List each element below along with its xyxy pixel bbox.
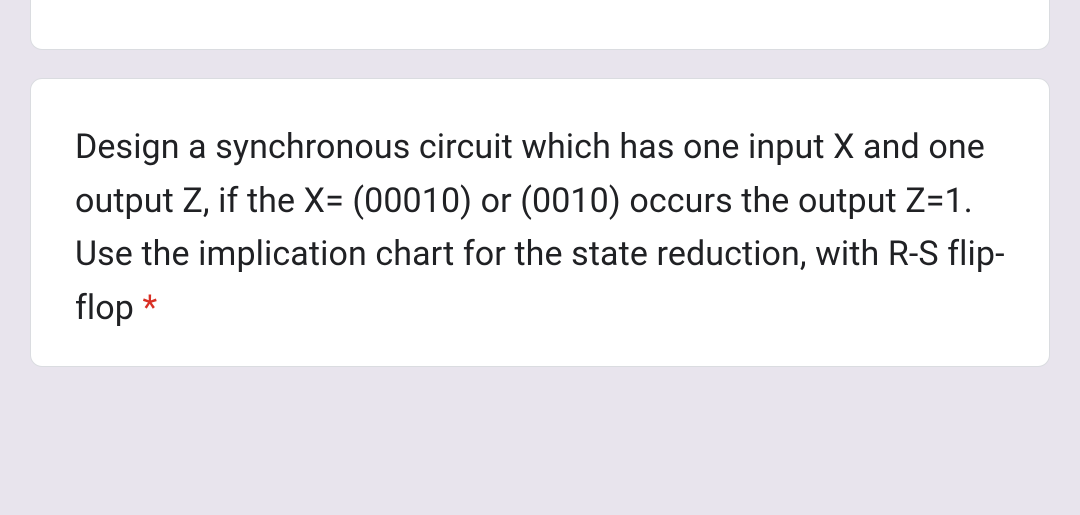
question-text: Design a synchronous circuit which has o… — [75, 121, 1005, 336]
question-body: Design a synchronous circuit which has o… — [75, 127, 1005, 328]
question-card: Design a synchronous circuit which has o… — [30, 78, 1050, 367]
previous-card-bottom — [30, 0, 1050, 50]
required-asterisk: * — [143, 288, 158, 328]
